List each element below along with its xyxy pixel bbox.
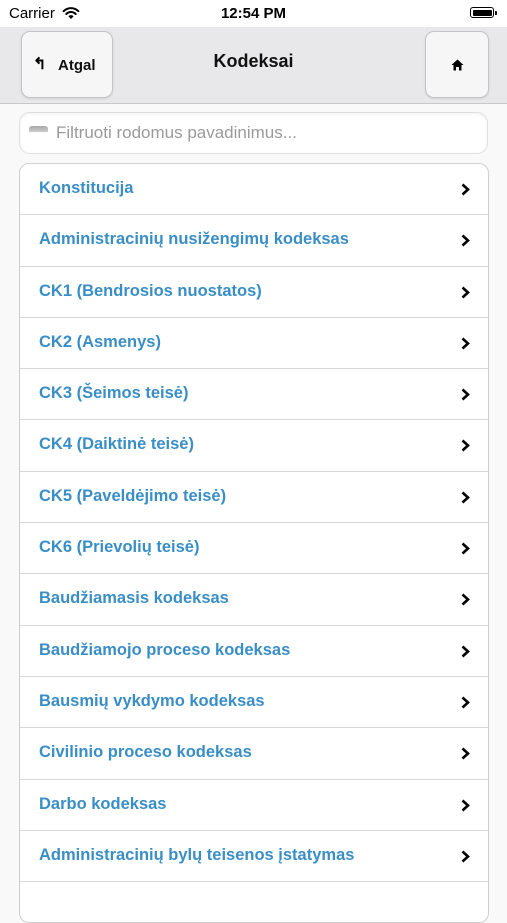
list-item-label: Darbo kodeksas — [39, 794, 167, 813]
nav-header: ↰ Atgal Kodeksai — [0, 27, 507, 104]
chevron-right-icon — [461, 440, 470, 452]
list-item-label: CK6 (Prievolių teisė) — [39, 538, 200, 557]
list-item-label: Baudžiamasis kodeksas — [39, 589, 229, 608]
chevron-right-icon — [461, 645, 470, 658]
status-time: 12:54 PM — [220, 5, 287, 22]
search-icon — [29, 126, 48, 132]
chevron-right-icon — [461, 286, 470, 299]
back-arrow-icon: ↰ — [33, 56, 47, 73]
list-item-label: CK5 (Paveldėjimo teisė) — [39, 486, 227, 505]
list-item-label: CK3 (Šeimos teisė) — [39, 384, 189, 403]
chevron-right-icon — [461, 542, 470, 555]
back-button-label: Atgal — [58, 57, 96, 74]
chevron-right-icon — [461, 799, 470, 812]
chevron-right-icon — [461, 388, 470, 401]
chevron-right-icon — [461, 491, 470, 504]
list-item[interactable]: CK4 (Daiktinė teisė) — [20, 420, 488, 472]
list-item[interactable] — [20, 882, 488, 922]
chevron-right-icon — [461, 234, 470, 247]
filter-input[interactable] — [56, 122, 476, 144]
chevron-right-icon — [461, 747, 470, 760]
list-item[interactable]: Baudžiamojo proceso kodeksas — [20, 626, 488, 677]
home-icon — [451, 59, 464, 71]
chevron-right-icon — [461, 696, 470, 709]
list-item-label: CK2 (Asmenys) — [39, 332, 161, 351]
chevron-right-icon — [461, 593, 470, 606]
list-item-label: Bausmių vykdymo kodeksas — [39, 691, 265, 710]
chevron-right-icon — [461, 337, 470, 350]
list-item-label: Administracinių nusižengimų kodeksas — [39, 230, 349, 249]
chevron-right-icon — [461, 850, 470, 863]
back-button[interactable]: ↰ Atgal — [21, 31, 113, 98]
filter-field — [19, 112, 488, 154]
battery-icon — [470, 7, 497, 18]
list-item[interactable]: CK6 (Prievolių teisė) — [20, 523, 488, 575]
list-item-label: CK1 (Bendrosios nuostatos) — [39, 281, 262, 300]
chevron-right-icon — [461, 183, 470, 196]
list-item[interactable]: Administracinių nusižengimų kodeksas — [20, 215, 488, 267]
status-bar: Carrier 12:54 PM — [0, 0, 507, 27]
page-title: Kodeksai — [213, 51, 294, 71]
list-item[interactable]: CK1 (Bendrosios nuostatos) — [20, 267, 488, 318]
list-item[interactable]: CK3 (Šeimos teisė) — [20, 369, 488, 421]
list-item[interactable]: Konstitucija — [20, 164, 488, 216]
list-item-label: Civilinio proceso kodeksas — [39, 743, 252, 762]
list-item-label: Administracinių bylų teisenos įstatymas — [39, 845, 355, 864]
list-item-label: Konstitucija — [39, 179, 134, 197]
list-item[interactable]: Darbo kodeksas — [20, 780, 488, 831]
list-item[interactable]: Bausmių vykdymo kodeksas — [20, 677, 488, 729]
list-item[interactable]: Administracinių bylų teisenos įstatymas — [20, 831, 488, 883]
list-item[interactable]: Civilinio proceso kodeksas — [20, 728, 488, 780]
list-item[interactable]: CK5 (Paveldėjimo teisė) — [20, 472, 488, 524]
list-item[interactable]: CK2 (Asmenys) — [20, 318, 488, 370]
list-item-label: Baudžiamojo proceso kodeksas — [39, 640, 291, 659]
home-button[interactable] — [425, 31, 489, 98]
list-item-label: CK4 (Daiktinė teisė) — [39, 435, 194, 454]
codes-list: Konstitucija Administracinių nusižengimų… — [19, 163, 489, 923]
list-item[interactable]: Baudžiamasis kodeksas — [20, 574, 488, 626]
